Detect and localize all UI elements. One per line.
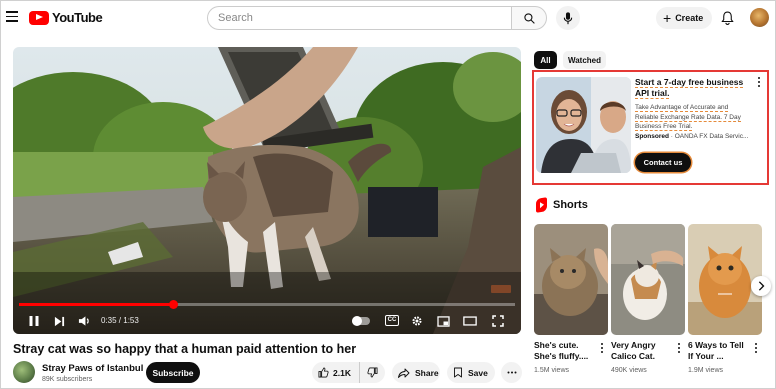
more-horizontal-icon	[507, 371, 516, 374]
shorts-next-button[interactable]	[751, 276, 771, 296]
share-button[interactable]: Share	[392, 362, 440, 383]
ad-thumbnail[interactable]	[536, 77, 631, 173]
bookmark-icon	[454, 367, 462, 378]
miniplayer-icon	[436, 315, 450, 327]
shorts-title: Shorts	[553, 199, 588, 211]
pause-button[interactable]	[25, 312, 43, 330]
like-dislike-group: 2.1K	[312, 362, 385, 383]
pause-icon	[29, 316, 39, 326]
short-menu-button[interactable]	[598, 343, 606, 353]
theater-mode-button[interactable]	[461, 312, 479, 330]
fullscreen-icon	[492, 315, 504, 327]
short-title: 6 Ways to Tell If Your ...	[688, 340, 744, 361]
progress-scrubber[interactable]	[168, 300, 178, 309]
volume-button[interactable]	[75, 312, 93, 330]
short-views: 1.9M views	[688, 367, 724, 374]
youtube-play-icon	[29, 10, 49, 25]
sponsored-ad[interactable]: Start a 7-day free business API trial. T…	[532, 70, 769, 185]
miniplayer-button[interactable]	[434, 312, 452, 330]
channel-name[interactable]: Stray Paws of Istanbul	[42, 363, 143, 374]
progress-bar[interactable]	[19, 300, 515, 309]
chevron-right-icon	[758, 281, 765, 291]
ad-menu-button[interactable]	[754, 77, 764, 87]
chip-watched[interactable]: Watched	[563, 51, 606, 69]
channel-avatar[interactable]	[13, 361, 35, 383]
short-item[interactable]: She's cute. She's fluffy.... 1.5M views	[534, 224, 608, 374]
ad-sponsor-line: Sponsored · OANDA FX Data Servic...	[635, 133, 749, 140]
short-item[interactable]: 6 Ways to Tell If Your ... 1.9M views	[688, 224, 762, 374]
gear-icon	[412, 316, 422, 326]
short-title: She's cute. She's fluffy....	[534, 340, 589, 361]
short-thumbnail[interactable]	[534, 224, 608, 335]
chip-all[interactable]: All	[534, 51, 557, 69]
short-item[interactable]: Very Angry Calico Cat. 490K views	[611, 224, 685, 374]
create-button[interactable]: + Create	[656, 7, 713, 29]
ad-description: Take Advantage of Accurate and Reliable …	[635, 103, 745, 132]
short-thumbnail[interactable]	[688, 224, 762, 335]
fullscreen-button[interactable]	[489, 312, 507, 330]
settings-button[interactable]	[408, 312, 426, 330]
save-button[interactable]: Save	[447, 362, 495, 383]
ad-image	[536, 77, 631, 173]
thumbs-down-icon	[367, 367, 378, 378]
thumbs-up-icon	[318, 367, 329, 378]
short-views: 1.5M views	[534, 367, 570, 374]
mic-icon	[563, 11, 573, 24]
top-bar: YouTube + Create	[1, 1, 775, 35]
create-label: Create	[675, 13, 704, 23]
voice-search-button[interactable]	[556, 6, 580, 30]
dislike-button[interactable]	[360, 362, 385, 383]
short-thumbnail-image	[611, 224, 685, 335]
channel-watermark[interactable]	[491, 285, 511, 293]
ad-sponsor-name: OANDA FX Data Servic...	[674, 133, 749, 140]
video-player[interactable]: 0:35 / 1:53 CC	[13, 47, 521, 334]
shorts-icon	[536, 197, 547, 213]
theater-icon	[463, 316, 477, 326]
short-thumbnail[interactable]	[611, 224, 685, 335]
video-frame	[13, 47, 521, 334]
account-avatar[interactable]	[750, 8, 769, 27]
autoplay-toggle[interactable]	[352, 316, 370, 326]
progress-played	[19, 303, 173, 306]
notifications-button[interactable]	[718, 9, 736, 27]
plus-icon: +	[663, 10, 672, 26]
short-thumbnail-image	[688, 224, 762, 335]
logo-text: YouTube	[52, 10, 103, 25]
share-icon	[398, 368, 410, 378]
short-title: Very Angry Calico Cat.	[611, 340, 656, 361]
search-icon	[523, 12, 535, 24]
youtube-logo[interactable]: YouTube	[29, 10, 103, 25]
ad-title[interactable]: Start a 7-day free business API trial.	[635, 77, 745, 99]
like-count: 2.1K	[333, 367, 351, 378]
skip-next-icon	[54, 316, 64, 326]
shorts-header: Shorts	[536, 197, 588, 213]
search-input[interactable]	[207, 6, 511, 30]
like-button[interactable]: 2.1K	[312, 362, 360, 383]
short-thumbnail-image	[534, 224, 608, 335]
sponsored-label: Sponsored	[635, 133, 669, 140]
subscribe-button[interactable]: Subscribe	[146, 362, 200, 383]
save-label: Save	[468, 367, 488, 378]
video-title: Stray cat was so happy that a human paid…	[13, 342, 357, 356]
short-menu-button[interactable]	[675, 343, 683, 353]
short-views: 490K views	[611, 367, 647, 374]
share-label: Share	[415, 367, 439, 378]
next-button[interactable]	[50, 312, 68, 330]
player-controls: 0:35 / 1:53 CC	[13, 310, 521, 332]
subscriber-count: 89K subscribers	[42, 376, 93, 383]
volume-icon	[78, 316, 89, 326]
captions-button[interactable]: CC	[385, 315, 399, 326]
search-button[interactable]	[511, 6, 547, 30]
bell-icon	[720, 11, 734, 25]
ad-description-text: Take Advantage of Accurate and Reliable …	[635, 104, 741, 131]
ad-title-text: Start a 7-day free business API trial.	[635, 77, 744, 99]
short-menu-button[interactable]	[752, 343, 760, 353]
contact-us-button[interactable]: Contact us	[635, 153, 691, 172]
search-bar	[207, 6, 547, 30]
more-actions-button[interactable]	[501, 362, 522, 383]
time-display: 0:35 / 1:53	[101, 316, 139, 325]
menu-icon[interactable]	[6, 11, 18, 23]
